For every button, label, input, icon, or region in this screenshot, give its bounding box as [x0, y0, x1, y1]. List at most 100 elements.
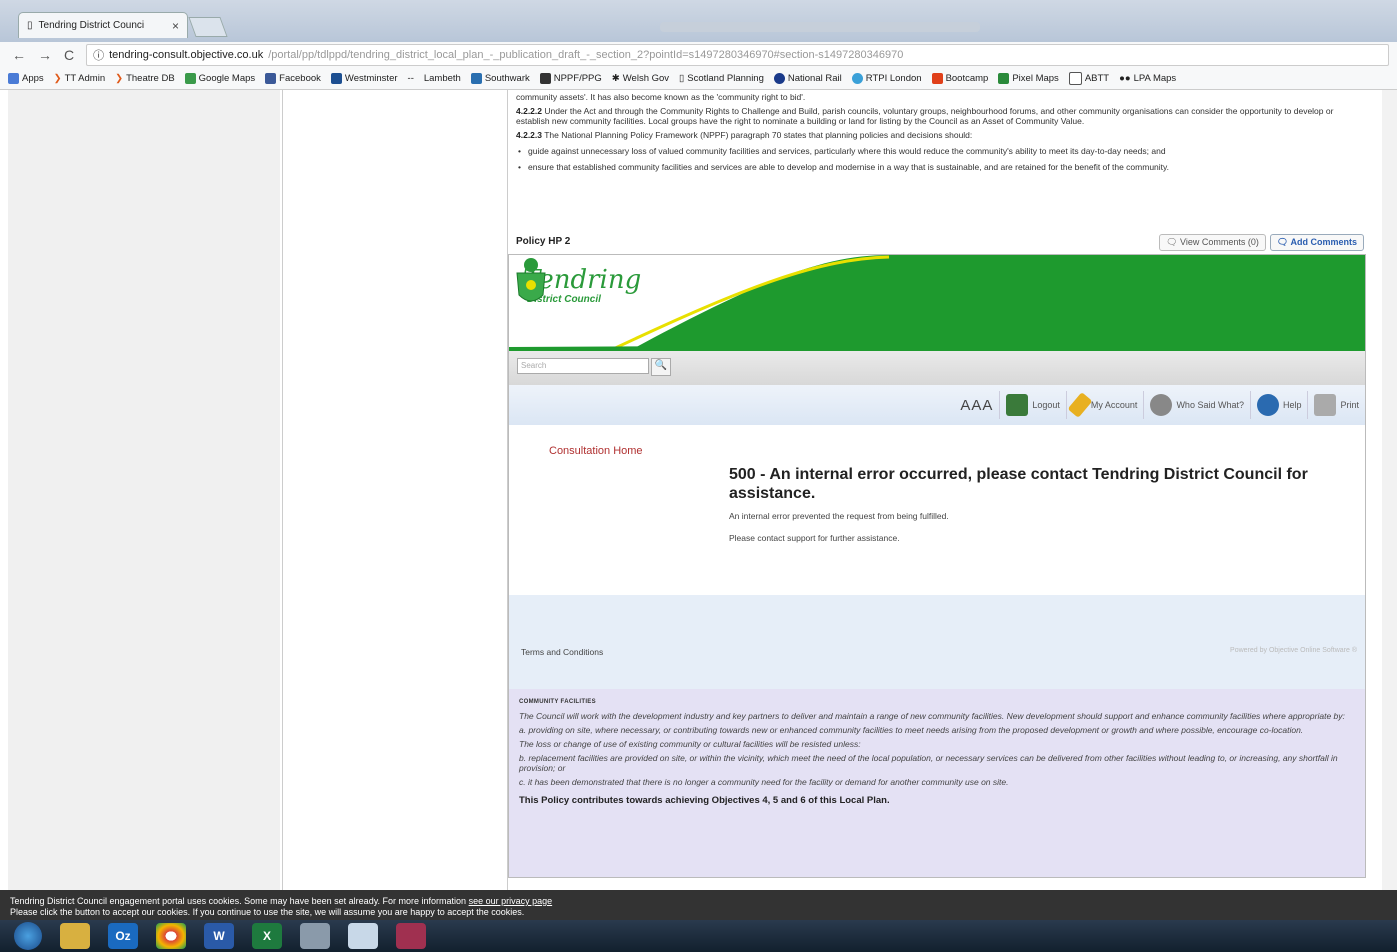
- bookmark-scotland-planning[interactable]: ▯ Scotland Planning: [679, 73, 764, 84]
- error-panel: Consultation Home 500 - An internal erro…: [509, 425, 1365, 595]
- add-comments-button[interactable]: 🗨 Add Comments: [1269, 234, 1364, 251]
- paint-icon[interactable]: [300, 923, 330, 949]
- help-icon: [1256, 394, 1279, 416]
- policy-text: b. replacement facilities are provided o…: [519, 753, 1338, 773]
- left-sidebar: [8, 90, 280, 890]
- arrow-logo-icon: ❯: [53, 73, 62, 84]
- outlook-icon[interactable]: Oz: [108, 923, 138, 949]
- close-tab-icon[interactable]: ×: [172, 19, 179, 33]
- maps-icon: [184, 73, 196, 84]
- nppf-icon: [539, 73, 551, 84]
- bookmark-google-maps[interactable]: Google Maps: [184, 73, 255, 84]
- file-explorer-icon[interactable]: [60, 923, 90, 949]
- policy-box: COMMUNITY FACILITIES The Council will wo…: [509, 689, 1365, 877]
- bookmark-nppf[interactable]: NPPF/PPG: [539, 73, 602, 84]
- bookmark-abtt[interactable]: ABTT: [1068, 72, 1109, 85]
- policy-text: The loss or change of use of existing co…: [519, 739, 861, 749]
- bookmarks-bar: Apps ❯ TT Admin ❯ Theatre DB Google Maps F…: [0, 68, 1397, 90]
- bookmark-lpa-maps[interactable]: ●● LPA Maps: [1119, 73, 1176, 84]
- document-content: community assets'. It has also become kn…: [508, 90, 1368, 890]
- bookmark-tt-admin[interactable]: ❯ TT Admin: [54, 73, 105, 84]
- logout-button[interactable]: Logout: [999, 391, 1060, 419]
- view-comments-button[interactable]: 🗨 View Comments (0): [1159, 234, 1266, 251]
- user-tools: AAA Logout My Account Who Said What? Hel…: [509, 385, 1365, 425]
- policy-heading: Policy HP 2: [516, 236, 571, 247]
- user-speech-icon: [1150, 394, 1173, 416]
- address-bar[interactable]: ⓘ tendring-consult.objective.co.uk/porta…: [86, 44, 1389, 66]
- policy-text: a. providing on site, where necessary, o…: [519, 725, 1304, 735]
- navigation-column: [282, 90, 508, 890]
- bookmark-national-rail[interactable]: National Rail: [773, 73, 842, 84]
- search-input[interactable]: Search: [517, 358, 649, 374]
- page-icon: ▯: [27, 20, 33, 31]
- cookie-banner: Tendring District Council engagement por…: [0, 890, 1397, 920]
- doc-line: community assets'. It has also become kn…: [516, 92, 806, 102]
- error-message: An internal error prevented the request …: [729, 511, 949, 521]
- bookmark-rtpi[interactable]: RTPI London: [851, 73, 922, 84]
- back-icon[interactable]: ←: [12, 47, 26, 63]
- rail-icon: [773, 73, 785, 84]
- error-title: 500 - An internal error occurred, please…: [729, 466, 1308, 502]
- policy-objectives: This Policy contributes towards achievin…: [519, 795, 890, 806]
- who-said-what-button[interactable]: Who Said What?: [1143, 391, 1244, 419]
- windows-start-icon[interactable]: [14, 922, 42, 950]
- bookmark-westminster[interactable]: Westminster: [330, 73, 398, 84]
- media-icon[interactable]: [396, 923, 426, 949]
- windows-taskbar: Oz W X: [0, 920, 1397, 952]
- info-icon[interactable]: ⓘ: [93, 47, 104, 63]
- error-message-support: Please contact support for further assis…: [729, 533, 900, 543]
- bookmark-southwark[interactable]: Southwark: [470, 73, 530, 84]
- new-tab-button[interactable]: [188, 17, 228, 37]
- consultation-home-link[interactable]: Consultation Home: [549, 445, 643, 457]
- text-size-control[interactable]: AAA: [960, 397, 993, 414]
- forward-icon[interactable]: →: [38, 47, 52, 63]
- notepad-icon[interactable]: [348, 923, 378, 949]
- terms-link[interactable]: Terms and Conditions: [521, 647, 603, 657]
- word-icon[interactable]: W: [204, 923, 234, 949]
- tab-title: Tendring District Counci: [38, 20, 145, 31]
- chrome-icon[interactable]: [156, 923, 186, 949]
- key-icon: [1067, 392, 1093, 418]
- url-path: /portal/pp/tdlppd/tendring_district_loca…: [268, 49, 904, 61]
- page-icon: ▯: [679, 73, 685, 84]
- abtt-icon: [1068, 72, 1082, 85]
- bookmark-pixel-maps[interactable]: Pixel Maps: [998, 73, 1059, 84]
- doc-bullet: guide against unnecessary loss of valued…: [518, 146, 1360, 156]
- my-account-button[interactable]: My Account: [1065, 391, 1137, 419]
- bookmark-welsh-gov[interactable]: ✱ Welsh Gov: [612, 73, 669, 84]
- cookie-text: Tendring District Council engagement por…: [10, 896, 469, 906]
- westminster-icon: [330, 73, 342, 84]
- facebook-icon: [265, 73, 277, 84]
- apps-grid-icon: [8, 73, 19, 84]
- help-button[interactable]: Help: [1249, 391, 1301, 419]
- search-icon[interactable]: 🔍: [651, 358, 671, 376]
- frame-footer: Terms and Conditions Powered by Objectiv…: [509, 595, 1365, 689]
- policy-box-heading: COMMUNITY FACILITIES: [519, 699, 596, 705]
- page-scrollbar[interactable]: [1382, 90, 1397, 890]
- council-banner: Tendring District Council: [509, 255, 1365, 351]
- policy-text: c. it has been demonstrated that there i…: [519, 777, 1009, 787]
- doc-paragraph: 4.2.2.2 Under the Act and through the Co…: [516, 106, 1334, 126]
- policy-text: The Council will work with the developme…: [519, 711, 1345, 721]
- comment-buttons: 🗨 View Comments (0) 🗨 Add Comments: [1159, 234, 1364, 251]
- bookmark-bootcamp[interactable]: Bootcamp: [931, 73, 988, 84]
- embedded-error-frame: Tendring District Council Search 🔍 AAA L…: [508, 254, 1366, 878]
- web-page: community assets'. It has also become kn…: [0, 90, 1397, 890]
- browser-tab[interactable]: ▯ Tendring District Counci ×: [18, 12, 188, 38]
- bookmark-facebook[interactable]: Facebook: [265, 73, 321, 84]
- reload-icon[interactable]: C: [64, 47, 74, 63]
- print-button[interactable]: Print: [1307, 391, 1359, 419]
- rtpi-icon: [851, 73, 863, 84]
- logout-icon: [1006, 394, 1029, 416]
- paragraph-number: 4.2.2.2: [516, 106, 542, 116]
- powered-by-text: Powered by Objective Online Software ®: [1230, 647, 1357, 654]
- bookmark-lambeth[interactable]: Lambeth: [424, 73, 461, 84]
- bookmark-separator: --: [407, 73, 414, 84]
- privacy-link[interactable]: see our privacy page: [469, 896, 553, 906]
- printer-icon: [1314, 394, 1337, 416]
- pixel-maps-icon: [998, 73, 1010, 84]
- bookmark-theatre-db[interactable]: ❯ Theatre DB: [115, 73, 175, 84]
- excel-icon[interactable]: X: [252, 923, 282, 949]
- bookmark-apps[interactable]: Apps: [8, 73, 44, 84]
- council-crest-icon: [516, 258, 546, 302]
